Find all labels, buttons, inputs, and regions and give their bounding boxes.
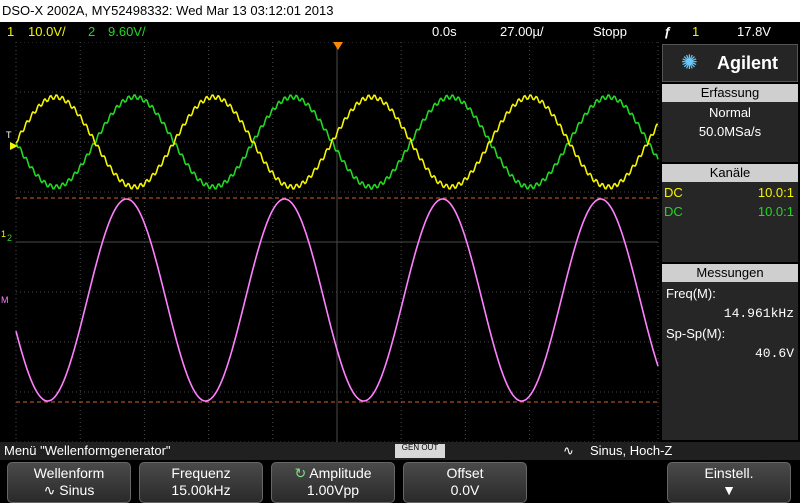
ch1-coupling: DC <box>664 185 683 200</box>
softkey-waveform[interactable]: Wellenform ∿ Sinus <box>7 462 131 503</box>
arrow-down-icon: ▼ <box>722 482 736 498</box>
softkey-frequency[interactable]: Frequenz 15.00kHz <box>139 462 263 503</box>
acq-mode: Normal <box>709 105 751 120</box>
math-ground-marker[interactable]: M <box>1 295 9 305</box>
gen-out-indicator: GEN OUT <box>395 444 445 458</box>
acquisition-header: Erfassung <box>662 84 798 102</box>
trigger-level[interactable]: 17.8V <box>737 22 771 42</box>
agilent-spark-icon: ✺ <box>681 52 698 74</box>
meas1-value: 14.961kHz <box>723 306 794 321</box>
time-offset[interactable]: 0.0s <box>432 22 457 42</box>
channels-header: Kanäle <box>662 164 798 182</box>
ch2-ground-marker[interactable]: 2 <box>7 233 12 243</box>
info-sidebar: ✺ Agilent Erfassung Normal 50.0MSa/s Kan… <box>660 42 800 442</box>
acq-sample-rate: 50.0MSa/s <box>698 124 762 139</box>
rotary-knob-icon: ↻ <box>294 465 310 481</box>
ch2-number[interactable]: 2 <box>88 22 95 42</box>
brand-logo: ✺ Agilent <box>662 44 798 82</box>
status-bar: 1 10.0V/ 2 9.60V/ 0.0s 27.00µ/ Stopp ƒ 1… <box>0 22 800 42</box>
ch2-probe: 10.0:1 <box>757 204 794 219</box>
softkey-amplitude[interactable]: ↻ Amplitude 1.00Vpp <box>271 462 395 503</box>
softkey-offset[interactable]: Offset 0.0V <box>403 462 527 503</box>
window-title: DSO-X 2002A, MY52498332: Wed Mar 13 03:1… <box>0 0 800 22</box>
generator-status: Sinus, Hoch-Z <box>590 443 673 458</box>
meas1-label: Freq(M): <box>666 286 716 301</box>
ch1-scale[interactable]: 10.0V/ <box>28 22 66 42</box>
channels-panel[interactable]: DC 10.0:1 DC 10.0:1 <box>662 182 798 262</box>
meas2-label: Sp-Sp(M): <box>666 326 726 341</box>
measurements-panel[interactable]: Freq(M): 14.961kHz Sp-Sp(M): 40.6V <box>662 282 798 440</box>
acquisition-panel[interactable]: Normal 50.0MSa/s <box>662 102 798 162</box>
softkey-bar: Wellenform ∿ Sinus Frequenz 15.00kHz ↻ A… <box>0 460 800 503</box>
run-state: Stopp <box>593 24 627 39</box>
trigger-source[interactable]: 1 <box>692 22 699 42</box>
sine-wave-icon: ∿ <box>563 443 574 458</box>
menu-status-line: Menü "Wellenformgenerator" GEN OUT ∿ Sin… <box>0 442 800 460</box>
trigger-edge-icon: ƒ <box>664 24 672 39</box>
sine-wave-icon: ∿ <box>43 482 60 498</box>
ch1-number[interactable]: 1 <box>7 22 14 42</box>
ch1-probe: 10.0:1 <box>757 185 794 200</box>
trigger-marker-label: T <box>6 130 12 140</box>
softkey-settings[interactable]: Einstell. ▼ <box>667 462 791 503</box>
ch1-ground-marker[interactable]: 1 <box>1 229 6 239</box>
waveform-plot <box>10 42 659 442</box>
measurements-header: Messungen <box>662 264 798 282</box>
ch2-coupling: DC <box>664 204 683 219</box>
ch2-scale[interactable]: 9.60V/ <box>108 22 146 42</box>
time-scale[interactable]: 27.00µ/ <box>500 22 544 42</box>
menu-title: Menü "Wellenformgenerator" <box>4 443 171 458</box>
meas2-value: 40.6V <box>754 346 794 361</box>
waveform-display[interactable]: T 1 2 M <box>0 42 660 442</box>
